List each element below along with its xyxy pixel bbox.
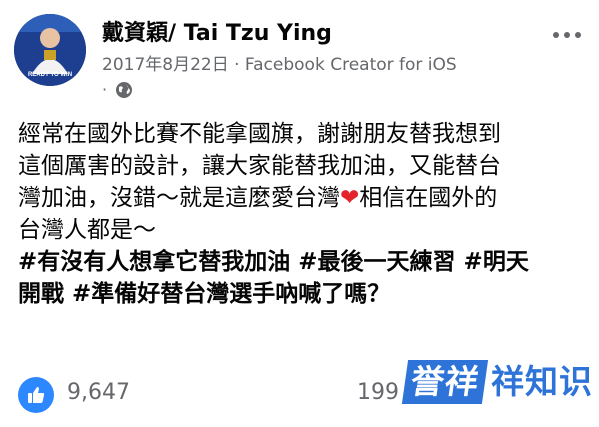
watermark-text: 祥知识 xyxy=(491,362,593,401)
post-text: 相信在國外的 xyxy=(359,185,498,211)
dot-icon xyxy=(575,32,581,38)
audience-separator: · xyxy=(102,80,108,99)
globe-icon[interactable] xyxy=(115,81,133,99)
author-name[interactable]: 戴資穎/ Tai Tzu Ying xyxy=(102,15,332,47)
avatar-image: READY TO WIN xyxy=(14,14,86,86)
heart-emoji: ❤ xyxy=(340,185,360,211)
comment-count[interactable]: 199 xyxy=(357,380,399,405)
post-body: 經常在國外比賽不能拿國旗，謝謝朋友替我想到 這個厲害的設計，讓大家能替我加油，又… xyxy=(18,118,584,310)
post-meta[interactable]: 2017年8月22日 · Facebook Creator for iOS xyxy=(102,50,457,75)
like-count[interactable]: 9,647 xyxy=(67,380,130,405)
dot-icon xyxy=(564,32,570,38)
post-line: 這個厲害的設計，讓大家能替我加油，又能替台 xyxy=(18,153,501,179)
more-options-button[interactable] xyxy=(553,32,581,38)
watermark-boxed: 誉祥 xyxy=(401,360,489,404)
thumbs-up-icon xyxy=(28,387,45,403)
dot-icon xyxy=(553,32,559,38)
like-reaction-icon[interactable] xyxy=(18,377,54,413)
author-avatar[interactable]: READY TO WIN xyxy=(14,14,86,86)
post-line: 經常在國外比賽不能拿國旗，謝謝朋友替我想到 xyxy=(18,121,501,147)
hashtag-line[interactable]: 開戰 #準備好替台灣選手吶喊了嗎？ xyxy=(18,278,584,310)
watermark: 誉祥 祥知识 xyxy=(401,360,593,404)
post-line: 台灣人都是～ xyxy=(18,217,156,243)
post-line: 灣加油，沒錯～就是這麼愛台灣❤相信在國外的 xyxy=(18,182,584,214)
hashtag-line[interactable]: #有沒有人想拿它替我加油 #最後一天練習 #明天 xyxy=(18,246,584,278)
post-text: 灣加油，沒錯～就是這麼愛台灣 xyxy=(18,185,340,211)
avatar-caption: READY TO WIN xyxy=(28,72,72,78)
audience-row: · xyxy=(102,80,133,99)
